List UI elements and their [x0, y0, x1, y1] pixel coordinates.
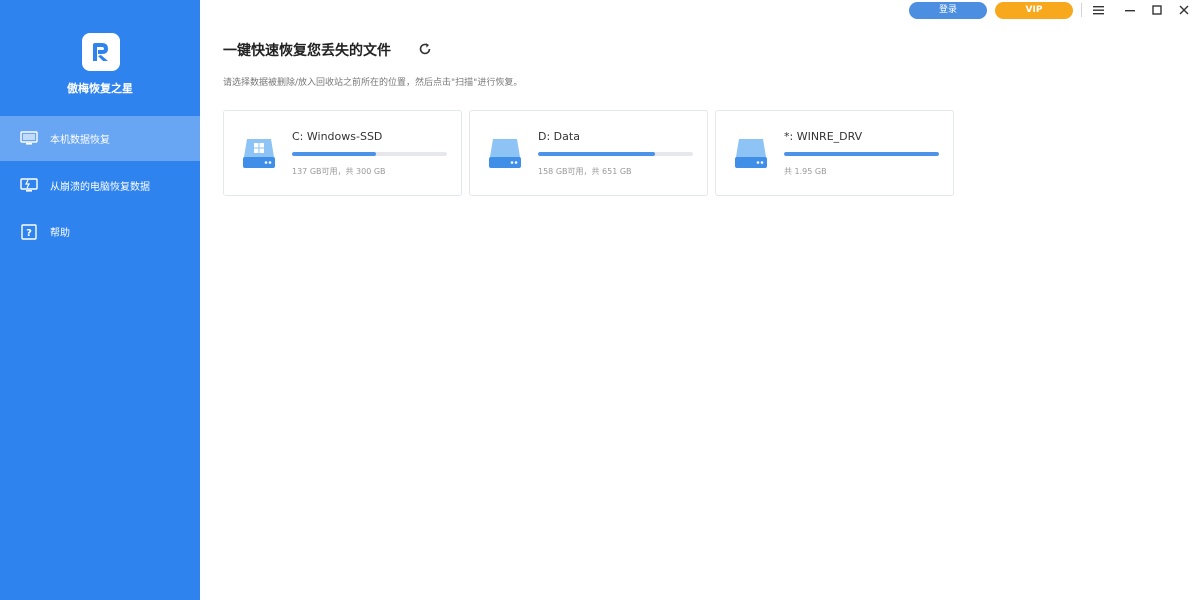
monitor-icon — [20, 131, 38, 147]
sidebar-item-label: 从崩溃的电脑恢复数据 — [50, 182, 150, 193]
sidebar: 傲梅恢复之星 本机数据恢复 从崩溃的电脑恢复数据 ? 帮助 — [0, 0, 200, 600]
drive-usage-fill — [292, 152, 377, 156]
page-title: 一键快速恢复您丢失的文件 — [223, 43, 391, 59]
drive-name: D: Data — [538, 130, 580, 143]
minimize-icon — [1125, 10, 1135, 12]
app-logo-icon — [93, 43, 108, 61]
maximize-icon — [1152, 5, 1162, 15]
drive-usage-fill — [784, 152, 939, 156]
svg-text:?: ? — [26, 228, 32, 239]
menu-button[interactable] — [1088, 0, 1108, 20]
drive-name: C: Windows-SSD — [292, 130, 383, 143]
minimize-button[interactable] — [1120, 0, 1140, 20]
hard-drive-icon — [489, 139, 521, 168]
drive-capacity: 共 1.95 GB — [784, 167, 827, 176]
sidebar-item-local-recovery[interactable]: 本机数据恢复 — [0, 116, 200, 161]
drive-usage-bar — [292, 152, 447, 156]
close-icon — [1179, 5, 1189, 15]
page-subtitle: 请选择数据被删除/放入回收站之前所在的位置，然后点击"扫描"进行恢复。 — [223, 78, 523, 88]
sidebar-item-label: 帮助 — [50, 228, 70, 239]
drive-usage-bar — [784, 152, 939, 156]
topbar-divider — [1081, 3, 1082, 17]
menu-icon — [1092, 6, 1104, 15]
app-logo — [82, 33, 120, 71]
drive-card-d[interactable]: D: Data 158 GB可用，共 651 GB — [469, 110, 708, 196]
hard-drive-icon — [735, 139, 767, 168]
drive-usage-bar — [538, 152, 693, 156]
vip-button[interactable]: VIP — [995, 2, 1073, 19]
drive-capacity: 137 GB可用，共 300 GB — [292, 167, 386, 176]
refresh-button[interactable] — [418, 41, 432, 55]
crashed-pc-icon — [20, 178, 38, 194]
drive-card-winre[interactable]: *: WINRE_DRV 共 1.95 GB — [715, 110, 954, 196]
login-button[interactable]: 登录 — [909, 2, 987, 19]
help-icon: ? — [20, 223, 38, 240]
refresh-icon — [419, 43, 431, 55]
drive-card-c[interactable]: C: Windows-SSD 137 GB可用，共 300 GB — [223, 110, 462, 196]
drive-capacity: 158 GB可用，共 651 GB — [538, 167, 632, 176]
sidebar-item-help[interactable]: ? 帮助 — [0, 209, 200, 254]
sidebar-item-label: 本机数据恢复 — [50, 135, 110, 146]
drive-name: *: WINRE_DRV — [784, 130, 863, 143]
windows-drive-icon — [243, 139, 275, 168]
app-name: 傲梅恢复之星 — [67, 82, 133, 95]
maximize-button[interactable] — [1147, 0, 1167, 20]
drive-usage-fill — [538, 152, 656, 156]
close-button[interactable] — [1174, 0, 1194, 20]
sidebar-item-crashed-pc[interactable]: 从崩溃的电脑恢复数据 — [0, 163, 200, 208]
